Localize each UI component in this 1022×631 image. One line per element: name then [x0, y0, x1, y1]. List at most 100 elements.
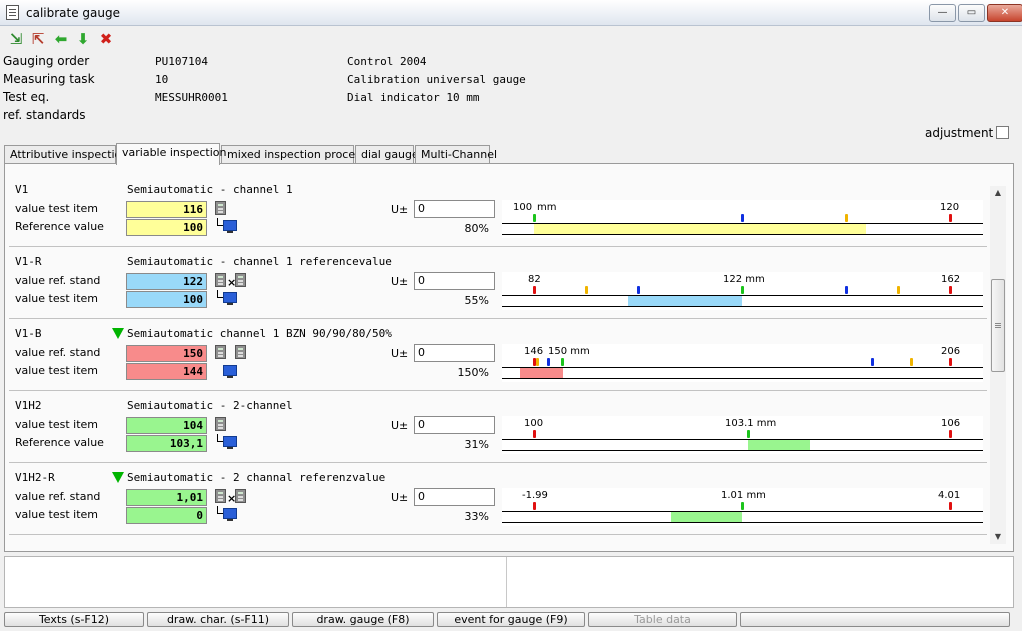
- row-description: Semiautomatic channel 1 BZN 90/90/80/50%: [127, 327, 392, 340]
- row-description: Semiautomatic - channel 1 referencevalue: [127, 255, 392, 268]
- tab-dial-gauge[interactable]: dial gauge: [355, 145, 419, 164]
- u-label: U±: [391, 347, 409, 360]
- scroll-thumb[interactable]: [991, 279, 1005, 372]
- value-field-2[interactable]: 0: [126, 507, 207, 524]
- minimize-button[interactable]: —: [929, 4, 956, 22]
- export-icon[interactable]: ⇱: [30, 31, 46, 47]
- adjustment-checkbox[interactable]: [996, 126, 1009, 139]
- tab-multi-channel[interactable]: Multi-Channel: [415, 145, 497, 164]
- computer-icon[interactable]: [223, 436, 237, 449]
- import-icon[interactable]: ⇲: [8, 31, 24, 47]
- event-for-gauge-button[interactable]: event for gauge (F9): [437, 612, 585, 627]
- delete-icon[interactable]: ✖: [98, 31, 114, 47]
- toolbar: ⇲ ⇱ ⬅ ⬇ ✖: [0, 28, 400, 50]
- gauging-order-extra: Control 2004: [347, 55, 427, 68]
- calculator-icon[interactable]: [235, 345, 246, 359]
- value-field-2[interactable]: 100: [126, 219, 207, 236]
- calculator-icon[interactable]: [235, 273, 246, 287]
- row-label-1: value test item: [15, 202, 99, 215]
- gauge-scale: 100 mm 120: [502, 200, 983, 238]
- u-label: U±: [391, 419, 409, 432]
- deviation-bar: [671, 512, 742, 522]
- row-label-2: value test item: [15, 292, 99, 305]
- arrow-left-icon[interactable]: ⬅: [53, 31, 69, 47]
- deviation-bar: [520, 368, 563, 378]
- gauge-scale: 82 122 mm 162: [502, 272, 983, 310]
- inspection-row-v1: V1 Semiautomatic - channel 1 value test …: [9, 175, 987, 247]
- percent-value: 55%: [464, 294, 489, 307]
- u-input[interactable]: 0: [414, 272, 495, 290]
- deviation-bar: [534, 224, 866, 234]
- ref-standards-label: ref. standards: [3, 108, 86, 122]
- draw-gauge-button[interactable]: draw. gauge (F8): [292, 612, 434, 627]
- value-field-1[interactable]: 150: [126, 345, 207, 362]
- vertical-scrollbar[interactable]: ▲ ▼: [990, 186, 1006, 544]
- row-label-1: value ref. stand: [15, 346, 101, 359]
- inspection-row-v1h2-r: V1H2-R Semiautomatic - 2 channal referen…: [9, 463, 987, 535]
- draw-char-button[interactable]: draw. char. (s-F11): [147, 612, 289, 627]
- adjustment-label: adjustment: [925, 126, 994, 140]
- gauge-scale: 100 103.1 mm 106: [502, 416, 983, 454]
- computer-icon[interactable]: [223, 365, 237, 378]
- notes-panel[interactable]: [4, 556, 1014, 608]
- u-label: U±: [391, 491, 409, 504]
- calculator-icon[interactable]: [215, 417, 226, 431]
- measuring-task-extra: Calibration universal gauge: [347, 73, 526, 86]
- row-label-2: value test item: [15, 364, 99, 377]
- maximize-button[interactable]: ▭: [958, 4, 985, 22]
- row-label-1: value ref. stand: [15, 274, 101, 287]
- title-bar: calibrate gauge — ▭ ✕: [0, 0, 1022, 26]
- status-triangle-icon: [112, 472, 124, 483]
- computer-icon[interactable]: [223, 292, 237, 305]
- tab-variable-inspection[interactable]: variable inspection: [116, 143, 227, 165]
- value-field-2[interactable]: 103,1: [126, 435, 207, 452]
- status-triangle-icon: [112, 328, 124, 339]
- value-field-1[interactable]: 116: [126, 201, 207, 218]
- calculator-icon[interactable]: [215, 489, 226, 503]
- row-code: V1H2-R: [15, 471, 55, 484]
- table-data-button[interactable]: Table data: [588, 612, 737, 627]
- row-label-2: Reference value: [15, 220, 104, 233]
- percent-value: 150%: [457, 366, 489, 379]
- calculator-icon[interactable]: [215, 273, 226, 287]
- row-code: V1-B: [15, 327, 42, 340]
- window-title: calibrate gauge: [26, 6, 121, 20]
- deviation-bar: [628, 296, 742, 306]
- value-field-2[interactable]: 100: [126, 291, 207, 308]
- tab-attributive-inspection[interactable]: Attributive inspection: [4, 145, 128, 164]
- value-field-2[interactable]: 144: [126, 363, 207, 380]
- document-icon: [6, 5, 19, 20]
- value-field-1[interactable]: 104: [126, 417, 207, 434]
- scroll-up-icon[interactable]: ▲: [990, 186, 1006, 200]
- u-input[interactable]: 0: [414, 200, 495, 218]
- value-field-1[interactable]: 122: [126, 273, 207, 290]
- scroll-down-icon[interactable]: ▼: [990, 530, 1006, 544]
- inspection-row-v1-b: V1-B Semiautomatic channel 1 BZN 90/90/8…: [9, 319, 987, 391]
- row-code: V1H2: [15, 399, 42, 412]
- texts-button[interactable]: Texts (s-F12): [4, 612, 144, 627]
- u-label: U±: [391, 275, 409, 288]
- tab-mixed-inspection-process[interactable]: mixed inspection process: [221, 145, 367, 164]
- empty-button[interactable]: [740, 612, 1010, 627]
- value-field-1[interactable]: 1,01: [126, 489, 207, 506]
- row-label-2: Reference value: [15, 436, 104, 449]
- u-input[interactable]: 0: [414, 488, 495, 506]
- computer-icon[interactable]: [223, 508, 237, 521]
- inspection-row-v1-r: V1-R Semiautomatic - channel 1 reference…: [9, 247, 987, 319]
- calculator-icon[interactable]: [235, 489, 246, 503]
- calculator-icon[interactable]: [215, 201, 226, 215]
- inspection-row-v1h2: V1H2 Semiautomatic - 2-channel value tes…: [9, 391, 987, 463]
- u-input[interactable]: 0: [414, 416, 495, 434]
- measuring-task-value: 10: [155, 73, 169, 86]
- computer-icon[interactable]: [223, 220, 237, 233]
- row-label-2: value test item: [15, 508, 99, 521]
- gauge-scale: 146 150 mm 206: [502, 344, 983, 382]
- calculator-icon[interactable]: [215, 345, 226, 359]
- gauge-scale: -1.99 1.01 mm 4.01: [502, 488, 983, 526]
- u-input[interactable]: 0: [414, 344, 495, 362]
- percent-value: 80%: [464, 222, 489, 235]
- arrow-down-icon[interactable]: ⬇: [75, 31, 91, 47]
- close-button[interactable]: ✕: [987, 4, 1022, 22]
- test-eq-label: Test eq.: [3, 90, 50, 104]
- test-eq-extra: Dial indicator 10 mm: [347, 91, 480, 104]
